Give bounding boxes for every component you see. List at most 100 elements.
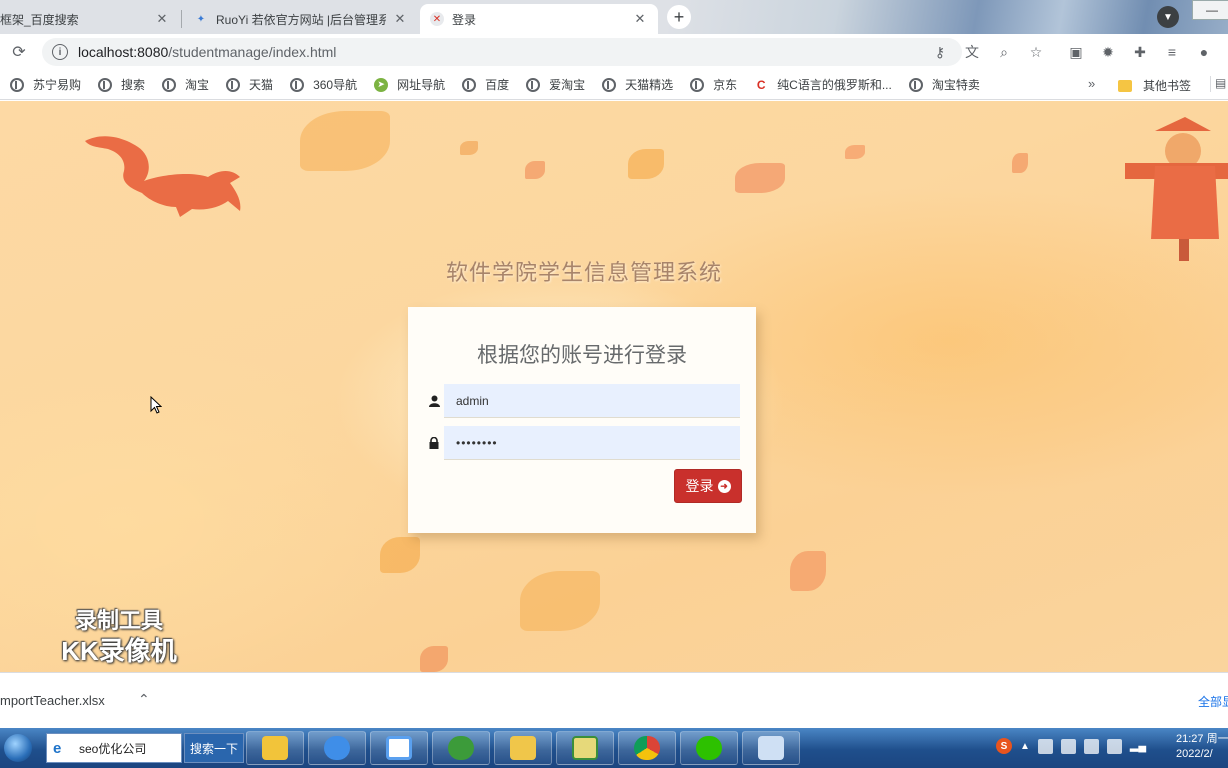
lock-icon <box>426 435 442 451</box>
chrome-icon <box>634 736 660 760</box>
bookmark-item[interactable]: 京东 <box>690 76 737 93</box>
star-icon[interactable]: ☆ <box>1020 42 1052 62</box>
bookmark-item[interactable]: 天猫精选 <box>602 76 673 93</box>
bookmark-item[interactable]: 苏宁易购 <box>10 76 81 93</box>
translate-icon[interactable]: 文 <box>956 42 988 62</box>
url-text[interactable]: localhost:8080/studentmanage/index.html <box>78 44 336 60</box>
watermark-line: 录制工具 <box>74 608 163 633</box>
globe-icon <box>908 77 923 92</box>
taskbar-app-cloud[interactable] <box>370 731 428 765</box>
taskbar-search-box[interactable]: e seo优化公司 <box>46 733 182 763</box>
reload-button[interactable]: ⟳ <box>8 41 30 63</box>
login-heading: 根据您的账号进行登录 <box>477 344 687 367</box>
site-info-icon[interactable]: i <box>52 44 68 60</box>
puzzle-icon[interactable]: ✚ <box>1124 42 1156 62</box>
taskbar-app-file[interactable] <box>742 731 800 765</box>
leaf-decoration <box>735 163 785 193</box>
reading-list-icon[interactable]: ▤ <box>1210 76 1228 92</box>
bookmark-item[interactable]: ➤ 网址导航 <box>374 76 445 93</box>
leaf-decoration <box>420 646 448 672</box>
bookmark-item[interactable]: 360导航 <box>290 76 357 93</box>
tab-label: 登录 <box>452 12 477 27</box>
key-icon[interactable]: ⚷ <box>924 42 956 62</box>
bookmark-label: 360导航 <box>313 78 358 92</box>
profile-icon[interactable]: ● <box>1188 42 1220 62</box>
tab-login[interactable]: ✕ 登录 ✕ <box>420 4 658 34</box>
green-app-icon <box>448 736 474 760</box>
leaf-decoration <box>790 551 826 591</box>
tray-icon[interactable] <box>1106 738 1122 754</box>
tab-baidu-search[interactable]: 框架_百度搜索 ✕ <box>0 4 180 34</box>
password-input[interactable] <box>444 426 740 460</box>
leaf-decoration <box>380 537 420 573</box>
taskbar-app-chat[interactable] <box>308 731 366 765</box>
bookmarks-more-button[interactable]: » <box>1088 76 1095 91</box>
close-icon[interactable]: ✕ <box>154 11 170 27</box>
system-clock[interactable]: 21:27 周一 2022/2/ <box>1176 732 1228 762</box>
bookmark-label: 网址导航 <box>397 78 446 92</box>
sogou-input-icon[interactable]: S <box>996 738 1012 754</box>
address-bar[interactable]: i localhost:8080/studentmanage/index.htm… <box>42 38 962 66</box>
bookmark-label: 百度 <box>485 78 510 92</box>
globe-icon <box>162 77 177 92</box>
mouse-cursor-icon <box>150 396 162 414</box>
watermark-line: KK录像机 <box>61 636 177 666</box>
bookmark-label: 天猫 <box>249 78 274 92</box>
leaf-decoration <box>460 141 478 155</box>
login-button-label: 登录 <box>685 478 714 494</box>
taskbar-app-green[interactable] <box>432 731 490 765</box>
login-form: 根据您的账号进行登录 登录 ➜ <box>408 307 756 533</box>
extension-gear-icon[interactable]: ✹ <box>1092 42 1124 62</box>
url-path: /studentmanage/index.html <box>168 44 337 60</box>
bookmark-label: 爱淘宝 <box>549 78 586 92</box>
bookmark-item[interactable]: 百度 <box>462 76 509 93</box>
tray-icon[interactable] <box>1083 738 1099 754</box>
taskbar-app-wechat[interactable] <box>680 731 738 765</box>
taskbar-app-chrome[interactable] <box>618 731 676 765</box>
taskbar-app-explorer[interactable] <box>494 731 552 765</box>
bookmark-item[interactable]: 淘宝特卖 <box>908 76 980 93</box>
bookmark-label: 天猫精选 <box>625 78 674 92</box>
bookmark-label: 纯C语言的俄罗斯和... <box>777 78 892 92</box>
tab-search-button[interactable]: ▼ <box>1157 6 1179 28</box>
squirrel-illustration <box>85 136 241 217</box>
leaf-decoration <box>845 145 865 159</box>
login-button[interactable]: 登录 ➜ <box>674 469 742 503</box>
download-item[interactable]: mportTeacher.xlsx <box>0 693 105 708</box>
tray-icon[interactable] <box>1060 738 1076 754</box>
taskbar-app-chart[interactable] <box>556 731 614 765</box>
tray-expand-icon[interactable]: ▲ <box>1020 741 1030 752</box>
globe-icon <box>226 77 241 92</box>
clock-time: 21:27 周一 <box>1176 733 1228 745</box>
bookmark-item[interactable]: 天猫 <box>226 76 273 93</box>
minimize-button[interactable]: — <box>1192 0 1228 20</box>
tab-label: 框架_百度搜索 <box>0 12 79 27</box>
chevron-up-icon[interactable]: ⌃ <box>138 691 150 708</box>
new-tab-button[interactable]: + <box>667 5 691 29</box>
other-bookmarks-folder[interactable]: 其他书签 <box>1118 77 1191 94</box>
bookmark-item[interactable]: C 纯C语言的俄罗斯和... <box>754 76 892 93</box>
media-icon[interactable]: ≡ <box>1156 42 1188 62</box>
leaf-decoration <box>520 571 600 631</box>
bookmark-item[interactable]: 淘宝 <box>162 76 209 93</box>
tab-ruoyi[interactable]: ✦ RuoYi 若依官方网站 |后台管理系 ✕ <box>184 4 418 34</box>
show-all-downloads-link[interactable]: 全部显 <box>1198 693 1228 710</box>
globe-icon <box>98 77 113 92</box>
extension-box-icon[interactable]: ▣ <box>1060 42 1092 62</box>
username-input[interactable] <box>444 384 740 418</box>
tray-icon[interactable] <box>1037 738 1053 754</box>
close-icon[interactable]: ✕ <box>392 11 408 27</box>
bookmark-item[interactable]: 搜索 <box>98 76 145 93</box>
taskbar-search-button[interactable]: 搜索一下 <box>184 733 244 763</box>
leaf-decoration <box>525 161 545 179</box>
leaf-decoration <box>1012 153 1028 173</box>
network-signal-icon[interactable]: ▂▄ <box>1130 739 1146 754</box>
ie-icon: e <box>53 740 62 757</box>
start-button[interactable] <box>0 731 36 765</box>
taskbar-app-qq-doc[interactable] <box>246 731 304 765</box>
bookmark-label: 苏宁易购 <box>33 78 82 92</box>
arrow-circle-right-icon: ➜ <box>717 479 731 493</box>
close-icon[interactable]: ✕ <box>632 11 648 27</box>
zoom-icon[interactable]: ⌕ <box>988 42 1020 62</box>
bookmark-item[interactable]: 爱淘宝 <box>526 76 585 93</box>
